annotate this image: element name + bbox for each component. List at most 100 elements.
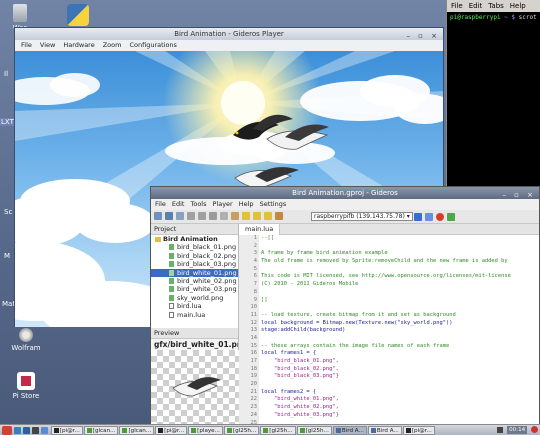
play-icon[interactable] — [425, 213, 433, 221]
file-item-selected[interactable]: bird_white_01.png — [151, 268, 238, 277]
prev-bookmark-icon[interactable] — [253, 212, 261, 220]
window-controls[interactable]: – ▫ × — [502, 189, 536, 201]
ide-menu-file[interactable]: File — [155, 200, 166, 208]
file-item[interactable]: bird_black_02.png — [151, 252, 238, 260]
code-line[interactable] — [261, 381, 539, 389]
terminal-launcher-icon[interactable] — [32, 427, 39, 434]
stop-icon[interactable] — [436, 213, 444, 221]
ide-menu-edit[interactable]: Edit — [172, 200, 185, 208]
prompt-path: ~ $ — [500, 14, 519, 21]
code-editor[interactable]: main.lua 1 2 3 4 5 6 7 8 9 10 11 12 13 14 15 16 17 18 19 20… — [239, 224, 539, 424]
ide-window[interactable]: Bird Animation.gproj - Gideros – ▫ × Fil… — [150, 186, 540, 424]
redo-icon[interactable] — [198, 212, 206, 220]
code-lines[interactable]: --[[ A frame by frame bird animation exam… — [261, 235, 539, 424]
taskbar-task[interactable]: Bird A... — [332, 426, 367, 435]
player-menu-configurations[interactable]: Configurations — [129, 41, 176, 49]
code-line[interactable]: local frames1 = { — [261, 350, 539, 358]
taskbar-task[interactable]: [gl25h... — [296, 426, 332, 435]
terminal-menu-edit[interactable]: Edit — [469, 2, 483, 10]
code-line[interactable]: stage:addChild(background) — [261, 327, 539, 335]
taskbar-task[interactable]: [glcan... — [119, 426, 155, 435]
player-titlebar[interactable]: Bird Animation - Gideros Player – ▫ × — [15, 28, 443, 40]
code-line[interactable]: "bird_black_01.png", — [261, 358, 539, 366]
code-line[interactable]: A frame by frame bird animation example — [261, 250, 539, 258]
taskbar-task[interactable]: [pi@r... — [155, 426, 188, 435]
code-line[interactable]: This code is MIT licensed, see http://ww… — [261, 273, 539, 281]
cut-icon[interactable] — [209, 212, 217, 220]
code-line[interactable]: "bird_white_03.png"} — [261, 412, 539, 420]
desktop-icon-wolfram[interactable]: Wolfram — [6, 328, 46, 352]
volume-icon[interactable] — [497, 426, 504, 433]
code-area[interactable]: 1 2 3 4 5 6 7 8 9 10 11 12 13 14 15 16 17 18 19 20 21 22 23 24 2… — [239, 235, 539, 424]
window-controls[interactable]: – ▫ × — [406, 30, 440, 42]
code-line[interactable]: local frames2 = { — [261, 389, 539, 397]
new-file-icon[interactable] — [154, 212, 162, 220]
player-menu-file[interactable]: File — [21, 41, 32, 49]
file-item[interactable]: bird_white_02.png — [151, 277, 238, 285]
terminal-prompt[interactable]: pi@raspberrypi ~ $ scrot — [447, 12, 540, 23]
ide-menu-settings[interactable]: Settings — [260, 200, 287, 208]
terminal-menu-tabs[interactable]: Tabs — [488, 2, 504, 10]
terminal-menu-file[interactable]: File — [451, 2, 463, 10]
code-line[interactable]: (C) 2010 - 2011 Gideros Mobile — [261, 281, 539, 289]
clear-bookmarks-icon[interactable] — [275, 212, 283, 220]
code-line[interactable]: -- load texture, create bitmap from it a… — [261, 312, 539, 320]
code-line[interactable]: "bird_white_02.png", — [261, 404, 539, 412]
next-bookmark-icon[interactable] — [264, 212, 272, 220]
code-line[interactable]: ]] — [261, 297, 539, 305]
taskbar-task[interactable]: [gl25h... — [260, 426, 296, 435]
code-line[interactable]: "bird_white_01.png", — [261, 396, 539, 404]
terminal-menu-help[interactable]: Help — [510, 2, 526, 10]
code-line[interactable] — [261, 304, 539, 312]
file-item[interactable]: bird_black_01.png — [151, 243, 238, 251]
taskbar-task[interactable]: [playe... — [188, 426, 223, 435]
taskbar-task[interactable]: [gl25h... — [223, 426, 260, 435]
player-menu-view[interactable]: View — [40, 41, 55, 49]
file-item[interactable]: main.lua — [151, 311, 238, 319]
code-line[interactable] — [261, 335, 539, 343]
code-line[interactable]: -- these arrays contain the image file n… — [261, 343, 539, 351]
code-line[interactable]: local background = Bitmap.new(Texture.ne… — [261, 320, 539, 328]
ide-menu-help[interactable]: Help — [239, 200, 254, 208]
desktop-icon-pi-store[interactable]: Pi Store — [6, 372, 46, 400]
player-menu-zoom[interactable]: Zoom — [103, 41, 122, 49]
start-menu-button[interactable] — [2, 426, 12, 435]
ide-menu-player[interactable]: Player — [213, 200, 233, 208]
ide-menu-tools[interactable]: Tools — [190, 200, 206, 208]
taskbar-task[interactable]: Bird A... — [367, 426, 402, 435]
clock[interactable]: 00:14 — [507, 426, 528, 434]
code-line[interactable] — [261, 266, 539, 274]
ide-titlebar[interactable]: Bird Animation.gproj - Gideros – ▫ × — [151, 187, 539, 199]
file-item[interactable]: bird_black_03.png — [151, 260, 238, 268]
line-number: 10 — [250, 304, 258, 311]
code-line[interactable]: "bird_black_03.png"} — [261, 373, 539, 381]
desktop-icon-python[interactable] — [58, 4, 98, 28]
file-manager-icon[interactable] — [14, 427, 21, 434]
device-select[interactable]: raspberrypifb (139.143.75.78) ▾ — [311, 212, 413, 221]
browser-icon[interactable] — [23, 427, 30, 434]
tab-main-lua[interactable]: main.lua — [239, 224, 281, 235]
code-line[interactable]: --[[ — [261, 235, 539, 243]
undo-icon[interactable] — [187, 212, 195, 220]
file-item[interactable]: sky_world.png — [151, 294, 238, 302]
copy-icon[interactable] — [220, 212, 228, 220]
taskbar-task[interactable]: [pi@r... — [50, 426, 83, 435]
start-player-icon[interactable] — [414, 213, 422, 221]
save-all-icon[interactable] — [176, 212, 184, 220]
taskbar-task[interactable]: [pi@r... — [402, 426, 435, 435]
player-menu-hardware[interactable]: Hardware — [63, 41, 94, 49]
code-line[interactable] — [261, 289, 539, 297]
paste-icon[interactable] — [231, 212, 239, 220]
taskbar-task[interactable]: [glcan... — [83, 426, 119, 435]
project-root[interactable]: Bird Animation — [151, 235, 238, 243]
save-icon[interactable] — [165, 212, 173, 220]
desktop-switcher-icon[interactable] — [41, 427, 48, 434]
code-line[interactable] — [261, 243, 539, 251]
code-line[interactable]: "bird_black_02.png", — [261, 366, 539, 374]
power-icon[interactable] — [531, 426, 538, 433]
file-item[interactable]: bird.lua — [151, 302, 238, 310]
check-syntax-icon[interactable] — [447, 213, 455, 221]
bookmark-icon[interactable] — [242, 212, 250, 220]
file-item[interactable]: bird_white_03.png — [151, 285, 238, 293]
code-line[interactable]: The old frame is removed by Sprite:remov… — [261, 258, 539, 266]
